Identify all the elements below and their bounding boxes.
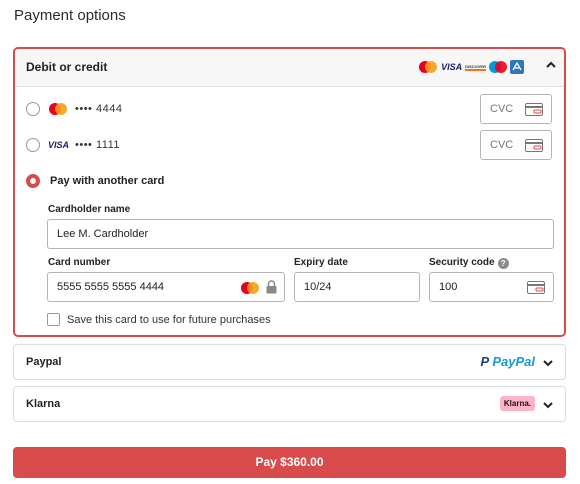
card-number-input[interactable]: 5555 5555 5555 4444 bbox=[47, 272, 285, 302]
card-brand-logos: VISA DISCOVER bbox=[418, 60, 524, 74]
paypal-p-icon: P bbox=[480, 354, 489, 369]
paypal-label: Paypal bbox=[26, 356, 62, 368]
cvc-card-icon bbox=[525, 139, 543, 152]
expiry-date-label: Expiry date bbox=[294, 257, 348, 268]
mastercard-icon bbox=[419, 61, 438, 73]
page-title: Payment options bbox=[14, 7, 126, 24]
card-number-label: Card number bbox=[48, 257, 111, 268]
pay-with-another-card-radio[interactable] bbox=[26, 174, 40, 188]
card-panel-header[interactable]: Debit or credit VISA DISCOVER bbox=[15, 49, 564, 87]
card-panel-title: Debit or credit bbox=[26, 60, 108, 74]
cardholder-name-input[interactable]: Lee M. Cardholder bbox=[47, 219, 554, 249]
klarna-logo: Klarna. bbox=[499, 396, 535, 411]
mastercard-icon bbox=[241, 282, 259, 294]
expiry-date-input[interactable]: 10/24 bbox=[294, 272, 420, 302]
visa-icon: VISA bbox=[441, 62, 463, 72]
chevron-down-icon[interactable] bbox=[543, 401, 553, 412]
saved-card-number: •••• 4444 bbox=[75, 103, 123, 115]
saved-card-visa-radio[interactable] bbox=[26, 138, 40, 152]
cvc-card-icon bbox=[527, 281, 545, 294]
saved-card-mastercard-radio[interactable] bbox=[26, 102, 40, 116]
maestro-icon bbox=[489, 61, 507, 73]
chevron-up-icon[interactable] bbox=[546, 61, 556, 72]
saved-card-number: •••• 1111 bbox=[75, 139, 120, 151]
paypal-option[interactable]: Paypal P PayPal bbox=[13, 344, 566, 380]
cvc-card-icon bbox=[525, 103, 543, 116]
klarna-option[interactable]: Klarna Klarna. bbox=[13, 386, 566, 422]
security-code-input[interactable]: 100 bbox=[429, 272, 554, 302]
saved-card-cvc-input[interactable]: CVC bbox=[480, 130, 552, 160]
visa-icon: VISA bbox=[48, 140, 70, 150]
save-card-label: Save this card to use for future purchas… bbox=[67, 314, 271, 326]
mastercard-icon bbox=[49, 103, 67, 115]
klarna-label: Klarna bbox=[26, 398, 61, 410]
save-card-checkbox[interactable] bbox=[47, 313, 60, 326]
security-code-label: Security code? bbox=[429, 257, 509, 269]
card-payment-panel: Debit or credit VISA DISCOVER •••• 4444 … bbox=[13, 47, 566, 337]
saved-card-cvc-input[interactable]: CVC bbox=[480, 94, 552, 124]
cardholder-name-label: Cardholder name bbox=[48, 204, 131, 215]
lock-icon bbox=[266, 280, 277, 294]
help-icon[interactable]: ? bbox=[497, 258, 509, 269]
pay-with-another-card-label: Pay with another card bbox=[50, 175, 165, 187]
chevron-down-icon[interactable] bbox=[543, 359, 553, 370]
amex-icon bbox=[510, 60, 524, 74]
pay-button[interactable]: Pay $360.00 bbox=[13, 447, 566, 478]
discover-icon: DISCOVER bbox=[465, 63, 486, 71]
paypal-logo: P PayPal bbox=[480, 354, 535, 369]
